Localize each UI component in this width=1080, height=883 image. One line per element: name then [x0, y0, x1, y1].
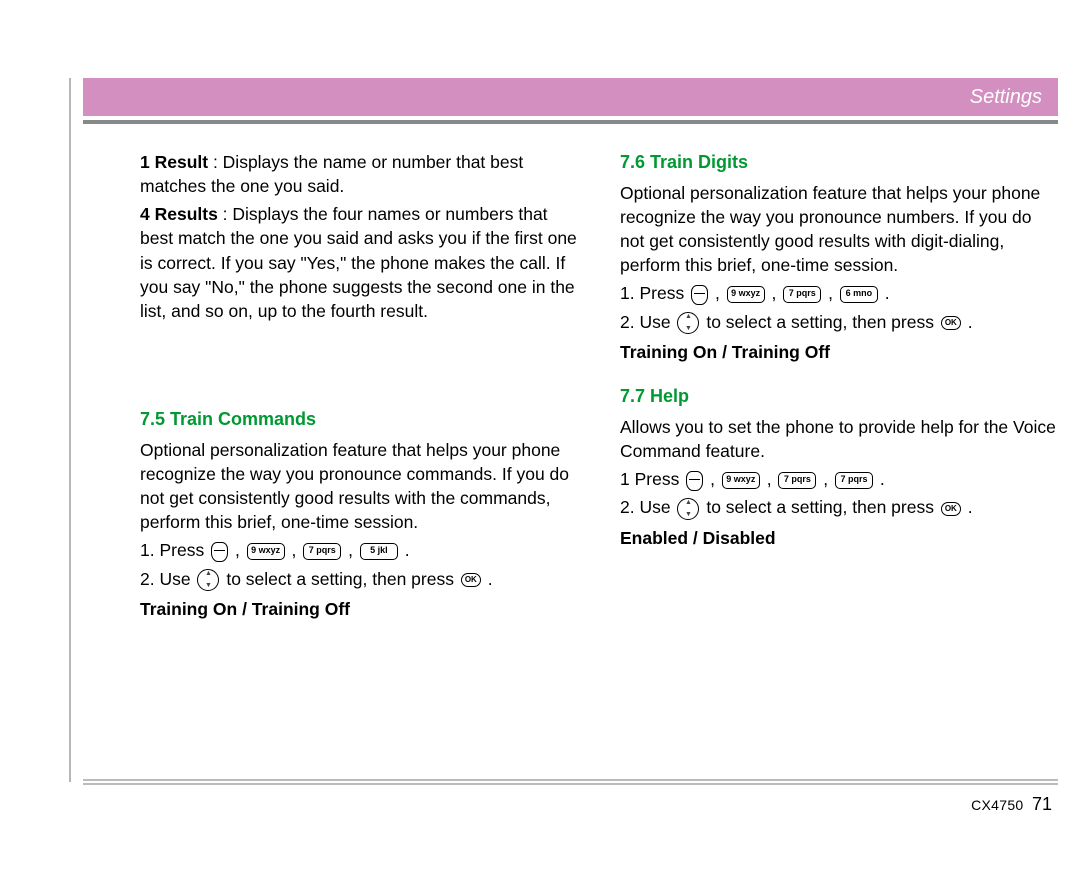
- step-1-7-6: 1. Press , 9 wxyz , 7 pqrs , 6 mno .: [620, 281, 1060, 305]
- nav-ring-icon: [197, 569, 219, 591]
- period: .: [405, 540, 410, 560]
- nav-ring-icon: [677, 312, 699, 334]
- comma: ,: [828, 283, 838, 303]
- step-2-7-6: 2. Use to select a setting, then press O…: [620, 310, 1060, 334]
- menu-key-icon: [686, 471, 703, 491]
- nav-ring-icon: [677, 498, 699, 520]
- period: .: [880, 469, 885, 489]
- step-1-7-5: 1. Press , 9 wxyz , 7 pqrs , 5 jkl .: [140, 538, 580, 562]
- paragraph-7-5: Optional personalization feature that he…: [140, 438, 580, 535]
- comma: ,: [772, 283, 782, 303]
- step2-pre: 2. Use: [140, 569, 195, 589]
- keycap-6mno: 6 mno: [840, 286, 878, 303]
- step1-pre: 1. Press: [140, 540, 209, 560]
- keycap-9wxyz: 9 wxyz: [247, 543, 285, 560]
- page-body: 1 Result : Displays the name or number t…: [140, 150, 1060, 625]
- step-2-7-5: 2. Use to select a setting, then press O…: [140, 567, 580, 591]
- period: .: [968, 497, 973, 517]
- manual-page: Settings 1 Result : Displays the name or…: [0, 0, 1080, 883]
- left-column: 1 Result : Displays the name or number t…: [140, 150, 580, 625]
- comma: ,: [292, 540, 302, 560]
- menu-key-icon: [211, 542, 228, 562]
- paragraph-7-6: Optional personalization feature that he…: [620, 181, 1060, 278]
- comma: ,: [710, 469, 720, 489]
- footer-model: CX4750: [971, 797, 1023, 813]
- step1-pre: 1. Press: [620, 283, 689, 303]
- spacer: [140, 327, 580, 387]
- step1-pre: 1 Press: [620, 469, 684, 489]
- keycap-7pqrs: 7 pqrs: [303, 543, 341, 560]
- keycap-7pqrs: 7 pqrs: [835, 472, 873, 489]
- period: .: [488, 569, 493, 589]
- keycap-7pqrs: 7 pqrs: [778, 472, 816, 489]
- footer-rule-1: [83, 779, 1058, 781]
- result-4: 4 Results : Displays the four names or n…: [140, 202, 580, 323]
- comma: ,: [235, 540, 245, 560]
- step2-pre: 2. Use: [620, 497, 675, 517]
- setting-7-7: Enabled / Disabled: [620, 526, 1060, 550]
- keycap-5jkl: 5 jkl: [360, 543, 398, 560]
- setting-7-5: Training On / Training Off: [140, 597, 580, 621]
- comma: ,: [767, 469, 777, 489]
- step2-mid: to select a setting, then press: [706, 497, 939, 517]
- footer-page-number: 71: [1032, 794, 1052, 814]
- right-column: 7.6 Train Digits Optional personalizatio…: [620, 150, 1060, 625]
- comma: ,: [348, 540, 358, 560]
- heading-7-5: 7.5 Train Commands: [140, 407, 580, 432]
- menu-key-icon: [691, 285, 708, 305]
- step-1-7-7: 1 Press , 9 wxyz , 7 pqrs , 7 pqrs .: [620, 467, 1060, 491]
- header-bar: Settings: [83, 78, 1058, 116]
- footer-rule-2: [83, 783, 1058, 785]
- step-2-7-7: 2. Use to select a setting, then press O…: [620, 495, 1060, 519]
- heading-7-6: 7.6 Train Digits: [620, 150, 1060, 175]
- step2-pre: 2. Use: [620, 312, 675, 332]
- page-left-rule: [69, 78, 71, 782]
- period: .: [885, 283, 890, 303]
- keycap-9wxyz: 9 wxyz: [722, 472, 760, 489]
- result-4-label: 4 Results: [140, 204, 218, 224]
- header-divider: [83, 120, 1058, 124]
- ok-button-icon: OK: [941, 502, 961, 516]
- header-title: Settings: [970, 86, 1042, 109]
- result-1: 1 Result : Displays the name or number t…: [140, 150, 580, 198]
- heading-7-7: 7.7 Help: [620, 384, 1060, 409]
- comma: ,: [823, 469, 833, 489]
- ok-button-icon: OK: [461, 573, 481, 587]
- step2-mid: to select a setting, then press: [706, 312, 939, 332]
- period: .: [968, 312, 973, 332]
- comma: ,: [715, 283, 725, 303]
- ok-button-icon: OK: [941, 316, 961, 330]
- paragraph-7-7: Allows you to set the phone to provide h…: [620, 415, 1060, 463]
- result-1-label: 1 Result: [140, 152, 208, 172]
- step2-mid: to select a setting, then press: [226, 569, 459, 589]
- keycap-7pqrs: 7 pqrs: [783, 286, 821, 303]
- setting-7-6: Training On / Training Off: [620, 340, 1060, 364]
- footer: CX4750 71: [83, 794, 1058, 815]
- keycap-9wxyz: 9 wxyz: [727, 286, 765, 303]
